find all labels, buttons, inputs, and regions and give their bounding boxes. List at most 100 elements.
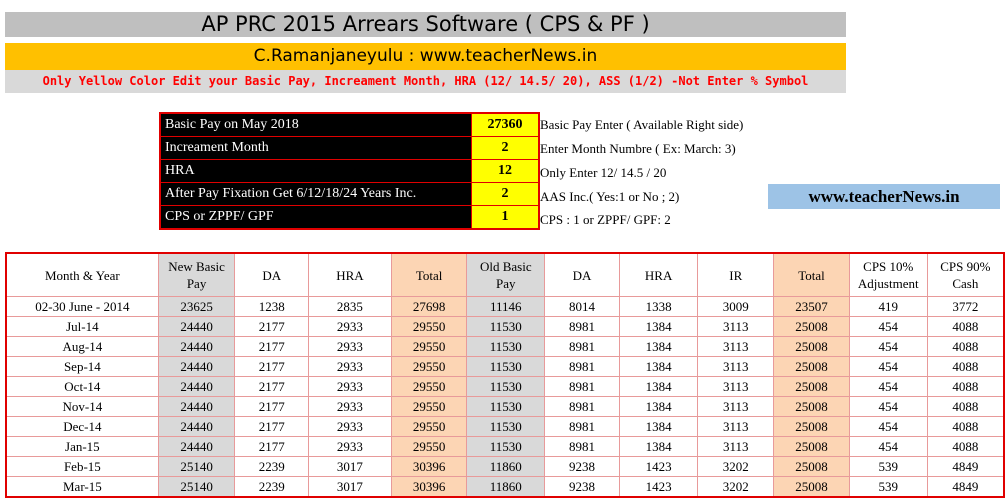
input-label-aas: After Pay Fixation Get 6/12/18/24 Years … [159, 182, 472, 206]
table-cell: 2933 [308, 356, 392, 377]
table-cell: 8981 [544, 376, 620, 397]
table-cell: 2239 [234, 476, 310, 498]
table-row: Jan-15 24440 2177 2933 29550 11530 8981 1384 311… [5, 436, 1005, 457]
column-header: HRA [618, 252, 699, 297]
table-cell: 1384 [618, 356, 699, 377]
hra-input[interactable]: 12 [471, 159, 540, 183]
column-header: DA [234, 252, 310, 297]
table-cell: 4849 [926, 456, 1005, 477]
input-label-basic-pay: Basic Pay on May 2018 [159, 112, 472, 137]
table-cell: 4088 [926, 376, 1005, 397]
aas-input[interactable]: 2 [471, 182, 540, 206]
table-cell: 11530 [466, 436, 546, 457]
column-header: IR [697, 252, 775, 297]
table-cell: 2933 [308, 316, 392, 337]
table-cell: Mar-15 [5, 476, 159, 498]
column-header: DA [544, 252, 620, 297]
table-cell: 24440 [157, 416, 236, 437]
table-cell: Jul-14 [5, 316, 159, 337]
increment-month-input[interactable]: 2 [471, 136, 540, 160]
table-cell: 25008 [773, 416, 850, 437]
table-cell: 4088 [926, 356, 1005, 377]
basic-pay-input[interactable]: 27360 [471, 112, 540, 137]
input-table: Basic Pay on May 2018 27360 Increament M… [159, 112, 540, 230]
column-header: Month & Year [5, 252, 159, 297]
table-row: Feb-15 25140 2239 3017 30396 11860 9238 1423 320… [5, 456, 1005, 477]
table-cell: Feb-15 [5, 456, 159, 477]
table-cell: 4849 [926, 476, 1005, 498]
table-cell: 1384 [618, 436, 699, 457]
table-cell: 1238 [234, 296, 310, 317]
table-cell: 2933 [308, 376, 392, 397]
table-cell: 9238 [544, 476, 620, 498]
table-cell: 11860 [466, 456, 546, 477]
table-cell: 3113 [697, 316, 775, 337]
table-cell: 11860 [466, 476, 546, 498]
table-cell: 8981 [544, 436, 620, 457]
table-cell: Nov-14 [5, 396, 159, 417]
table-cell: 25008 [773, 336, 850, 357]
table-cell: Oct-14 [5, 376, 159, 397]
table-cell: 24440 [157, 376, 236, 397]
table-row: 02-30 June - 2014 23625 1238 2835 27698 11146… [5, 296, 1005, 317]
edit-instructions: Only Yellow Color Edit your Basic Pay, I… [5, 70, 846, 93]
page-title: AP PRC 2015 Arrears Software ( CPS & PF … [5, 12, 846, 37]
table-cell: 4088 [926, 436, 1005, 457]
arrears-table: Month & Year New Basic Pay DA HRA Total … [5, 252, 1005, 498]
table-cell: 29550 [390, 356, 468, 377]
table-row: Sep-14 24440 2177 2933 29550 11530 8981 1384 311… [5, 356, 1005, 377]
table-body: 02-30 June - 2014 23625 1238 2835 27698 11146… [5, 296, 1005, 498]
input-row-basic-pay: Basic Pay on May 2018 27360 [159, 112, 540, 137]
table-cell: 24440 [157, 356, 236, 377]
table-cell: 454 [848, 396, 928, 417]
table-cell: 23507 [773, 296, 850, 317]
table-cell: 2177 [234, 416, 310, 437]
table-cell: 3202 [697, 456, 775, 477]
table-cell: 30396 [390, 476, 468, 498]
table-cell: 3113 [697, 336, 775, 357]
table-cell: 2239 [234, 456, 310, 477]
table-cell: 2933 [308, 416, 392, 437]
table-cell: Sep-14 [5, 356, 159, 377]
hint-aas: AAS Inc.( Yes:1 or No ; 2) [540, 189, 680, 204]
input-row-hra: HRA 12 [159, 159, 540, 183]
table-cell: 29550 [390, 336, 468, 357]
table-cell: 1423 [618, 476, 699, 498]
table-cell: 8014 [544, 296, 620, 317]
hint-increment-month: Enter Month Numbre ( Ex: March: 3) [540, 141, 736, 156]
table-cell: 3017 [308, 476, 392, 498]
table-cell: 419 [848, 296, 928, 317]
column-header: Old Basic Pay [466, 252, 546, 297]
input-row-increment-month: Increament Month 2 [159, 136, 540, 160]
table-cell: 4088 [926, 396, 1005, 417]
table-cell: 2177 [234, 396, 310, 417]
column-header: Total [390, 252, 468, 297]
table-row: Aug-14 24440 2177 2933 29550 11530 8981 1384 311… [5, 336, 1005, 357]
table-cell: Dec-14 [5, 416, 159, 437]
author-banner: C.Ramanjaneyulu : www.teacherNews.in [5, 43, 846, 70]
table-cell: 3017 [308, 456, 392, 477]
table-cell: 11530 [466, 316, 546, 337]
table-row: Nov-14 24440 2177 2933 29550 11530 8981 1384 311… [5, 396, 1005, 417]
table-cell: 8981 [544, 356, 620, 377]
table-cell: 454 [848, 316, 928, 337]
table-cell: 24440 [157, 336, 236, 357]
table-cell: 29550 [390, 396, 468, 417]
table-cell: 29550 [390, 416, 468, 437]
table-cell: 24440 [157, 436, 236, 457]
table-cell: 11530 [466, 416, 546, 437]
table-cell: 1384 [618, 336, 699, 357]
table-cell: 539 [848, 476, 928, 498]
table-cell: 30396 [390, 456, 468, 477]
cps-input[interactable]: 1 [471, 205, 540, 230]
table-cell: 02-30 June - 2014 [5, 296, 159, 317]
table-cell: 29550 [390, 316, 468, 337]
column-header: CPS 10% Adjustment [848, 252, 928, 297]
table-cell: 454 [848, 336, 928, 357]
table-cell: 454 [848, 436, 928, 457]
table-cell: 11146 [466, 296, 546, 317]
table-cell: 11530 [466, 376, 546, 397]
table-cell: 27698 [390, 296, 468, 317]
input-label-cps: CPS or ZPPF/ GPF [159, 205, 472, 230]
table-cell: 24440 [157, 316, 236, 337]
